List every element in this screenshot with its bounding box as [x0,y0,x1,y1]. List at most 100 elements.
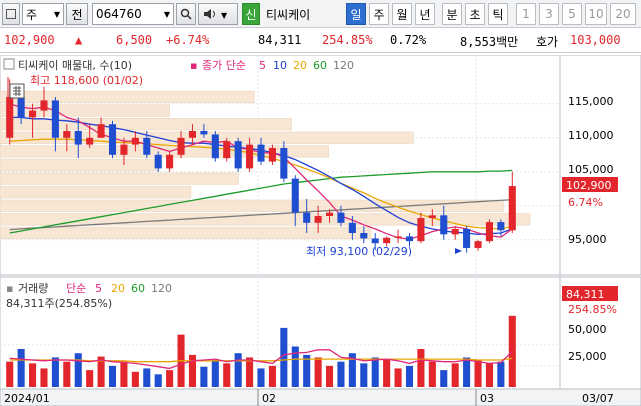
vol-ma5-label: 5 [95,282,102,295]
volume-bar [405,365,414,387]
chevron-down-icon: ▼ [163,9,170,19]
candle-body [291,178,299,213]
volume-bar [417,349,425,387]
volume-ma-label: 단순 [66,282,86,295]
candle-body [405,236,414,242]
toolbar: 주 ▼ 전 064760 ▼ ▼ 신 티씨케이 일 주 월 년 분 초 틱 1 … [0,0,641,28]
volume-bar [508,315,516,387]
volume-value-text: 84,311주(254.85%) [6,297,112,310]
volume-bar [394,368,402,387]
candle-body [223,141,231,159]
volume-bar [383,359,391,387]
volume-bar [223,363,231,387]
candle-body [97,124,105,138]
stock-code-value: 064760 [96,7,142,21]
x-label-mar: 03 [480,392,494,405]
candle-body [360,233,368,239]
search-icon[interactable] [176,3,196,25]
interval-3-button[interactable]: 3 [539,3,559,25]
volume-profile-bar [0,90,255,104]
period-tick-tab[interactable]: 틱 [488,3,508,25]
legend-box-icon[interactable] [3,58,15,70]
candle-body [337,212,345,223]
prefix-button[interactable]: 전 [66,3,88,25]
price-change-percent: +6.74% [166,33,210,47]
turnover-rate: 0.72% [390,33,427,47]
current-volume-tag-text: 84,311 [566,288,605,301]
window-menu-icon[interactable] [2,3,20,25]
volume-bar [166,370,174,387]
interval-5-button[interactable]: 5 [562,3,582,25]
new-listing-badge: 신 [242,3,260,25]
speaker-icon[interactable]: ▼ [198,3,238,25]
volume-bar [131,371,139,387]
x-label-jan: 2024/01 [4,392,50,405]
volume-profile-bar [0,158,160,172]
volume-bar [17,349,25,387]
current-price-tag-text: 102,900 [566,179,612,192]
candle-body [211,134,219,159]
candle-body [394,236,402,238]
candle-body [143,137,151,155]
volume-bar [108,365,117,387]
market-select[interactable]: 주 ▼ [22,3,64,25]
ma60-label: 60 [313,59,327,72]
candle-body [280,148,288,179]
volume-bar [463,357,471,387]
volume-profile-bar [0,172,239,185]
candle-body [417,218,425,242]
vol-ma120-label: 120 [151,282,172,295]
candle-body [463,228,471,248]
market-label: 주 [26,7,38,22]
period-week-tab[interactable]: 주 [369,3,389,25]
candle-body [268,148,276,162]
stock-code-input[interactable]: 064760 ▼ [92,3,174,25]
candle-body [383,237,391,244]
volume-profile-bar [0,186,192,199]
candle-body [74,131,82,145]
price-change: 6,500 [116,33,153,47]
period-month-tab[interactable]: 월 [392,3,412,25]
quote-bar: 102,900 ▲ 6,500 +6.74% 84,311 254.85% 0.… [0,29,641,53]
ma10-label: 10 [273,59,287,72]
candle-body [29,110,37,118]
candle-body [314,216,322,223]
volume-bar [234,353,242,387]
interval-1-button[interactable]: 1 [516,3,536,25]
candle-body [234,141,242,169]
volume-bar [371,357,379,387]
volume-bar [51,357,59,387]
volume-profile-bar [0,104,170,117]
volume-y-tick: 50,000 [568,323,607,336]
volume-bar [337,361,345,387]
candle-body [485,222,493,242]
stock-chart[interactable]: 티씨케이 매물대, 수(10) ▪ 종가 단순 5 10 20 60 120 최… [0,55,641,406]
ask-label: 호가 [536,35,559,49]
volume-profile-bar [0,226,372,240]
candle-body [474,241,482,248]
candle-body [86,137,94,145]
volume-bar [268,365,276,387]
high-price-note: 최고 118,600 (01/02) [30,74,143,87]
volume-bar [485,363,493,387]
period-second-tab[interactable]: 초 [465,3,485,25]
candle-body [131,137,139,145]
volume-bar [246,357,254,387]
x-label-feb: 02 [262,392,276,405]
volume-profile-bar [0,199,504,212]
ma5-label: 5 [259,59,266,72]
y-tick: 115,000 [568,95,614,108]
period-year-tab[interactable]: 년 [415,3,435,25]
volume-bar [6,361,14,387]
ma-square-icon: ▪ [190,59,197,72]
volume-bar [440,370,448,387]
interval-20-button[interactable]: 20 [610,3,636,25]
period-day-tab[interactable]: 일 [346,3,366,25]
candle-body [154,154,162,169]
y-tick: 110,000 [568,129,614,142]
volume-bar [360,363,368,387]
candle-body [166,154,174,169]
period-minute-tab[interactable]: 분 [442,3,462,25]
interval-10-button[interactable]: 10 [585,3,607,25]
candle-body [6,97,14,138]
